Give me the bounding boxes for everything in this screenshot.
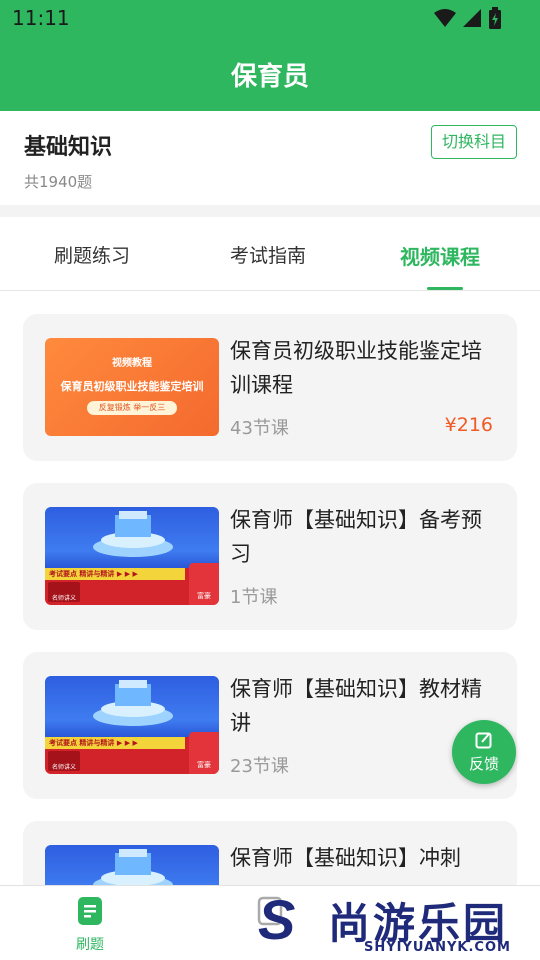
question-count: 共1940题 <box>24 173 93 191</box>
stack-graphic <box>93 511 173 557</box>
app-bar: 保育员 <box>0 36 540 111</box>
thumb-title: 保育员初级职业技能鉴定培训 <box>60 380 204 393</box>
course-card[interactable]: 考试要点 精讲与精讲 ▶ ▶ ▶ 名师讲义 富豪 保育师【基础知识】备考预习 1… <box>23 483 517 630</box>
nav-item-practice[interactable]: 刷题 <box>70 896 110 954</box>
status-time: 11:11 <box>12 6 70 30</box>
active-tab-indicator <box>427 287 463 290</box>
document-icon <box>78 897 102 925</box>
course-thumbnail: 考试要点 精讲与精讲 ▶ ▶ ▶ 名师讲义 富豪 <box>45 507 219 605</box>
wifi-icon <box>434 9 456 27</box>
course-title: 保育师【基础知识】教材精讲 <box>230 677 482 735</box>
course-price: ¥216 <box>444 414 493 436</box>
thumb-caption: 视频教程 <box>112 358 152 369</box>
thumb-ribbon: 考试要点 精讲与精讲 ▶ ▶ ▶ <box>45 568 185 580</box>
lesson-count: 23节课 <box>230 756 289 777</box>
lesson-count: 1节课 <box>230 587 278 608</box>
status-icons <box>434 7 502 29</box>
page-title: 保育员 <box>230 62 309 92</box>
tab-video-courses[interactable]: 视频课程 <box>400 241 480 270</box>
thumb-chip: 名师讲义 <box>48 582 80 602</box>
lesson-count: 43节课 <box>230 418 289 439</box>
course-list[interactable]: 视频教程 保育员初级职业技能鉴定培训 反复锻炼 举一反三 保育员初级职业技能鉴定… <box>0 291 540 885</box>
course-title: 保育师【基础知识】备考预习 <box>230 508 482 566</box>
course-title: 保育师【基础知识】冲刺 <box>230 846 461 870</box>
subject-header: 基础知识 共1940题 切换科目 <box>0 111 540 205</box>
switch-subject-button[interactable]: 切换科目 <box>431 125 517 159</box>
edit-icon <box>475 732 492 749</box>
signal-icon <box>463 9 481 27</box>
stack-graphic <box>93 680 173 726</box>
feedback-label: 反馈 <box>468 755 499 773</box>
course-thumbnail: 视频教程 保育员初级职业技能鉴定培训 反复锻炼 举一反三 <box>45 338 219 436</box>
status-bar: 11:11 <box>0 0 540 36</box>
course-card[interactable]: 视频教程 保育员初级职业技能鉴定培训 反复锻炼 举一反三 保育员初级职业技能鉴定… <box>23 314 517 461</box>
thumb-chip: 名师讲义 <box>48 751 80 771</box>
course-thumbnail <box>45 845 219 885</box>
feedback-button[interactable]: 反馈 <box>452 720 516 784</box>
course-thumbnail: 考试要点 精讲与精讲 ▶ ▶ ▶ 名师讲义 富豪 <box>45 676 219 774</box>
teacher-badge: 富豪 <box>189 732 219 774</box>
subject-name: 基础知识 <box>24 135 113 160</box>
watermark-logo: S 尚游乐园 SHYIYUANYK.COM <box>258 888 540 960</box>
teacher-badge: 富豪 <box>189 563 219 605</box>
battery-icon <box>489 7 501 29</box>
course-title: 保育员初级职业技能鉴定培训课程 <box>230 339 482 397</box>
watermark-letter: S <box>258 888 296 951</box>
stack-graphic <box>93 849 173 885</box>
thumb-pill: 反复锻炼 举一反三 <box>87 401 177 415</box>
nav-label: 刷题 <box>76 937 104 953</box>
tab-bar: 刷题练习 考试指南 视频课程 <box>0 217 540 291</box>
thumb-ribbon: 考试要点 精讲与精讲 ▶ ▶ ▶ <box>45 737 185 749</box>
tab-exam-guide[interactable]: 考试指南 <box>230 241 306 268</box>
course-card[interactable]: 考试要点 精讲与精讲 ▶ ▶ ▶ 名师讲义 富豪 保育师【基础知识】教材精讲 2… <box>23 652 517 799</box>
course-card[interactable]: 保育师【基础知识】冲刺 <box>23 821 517 885</box>
section-divider <box>0 205 540 217</box>
tab-practice[interactable]: 刷题练习 <box>54 241 130 268</box>
watermark-url: SHYIYUANYK.COM <box>364 940 511 955</box>
